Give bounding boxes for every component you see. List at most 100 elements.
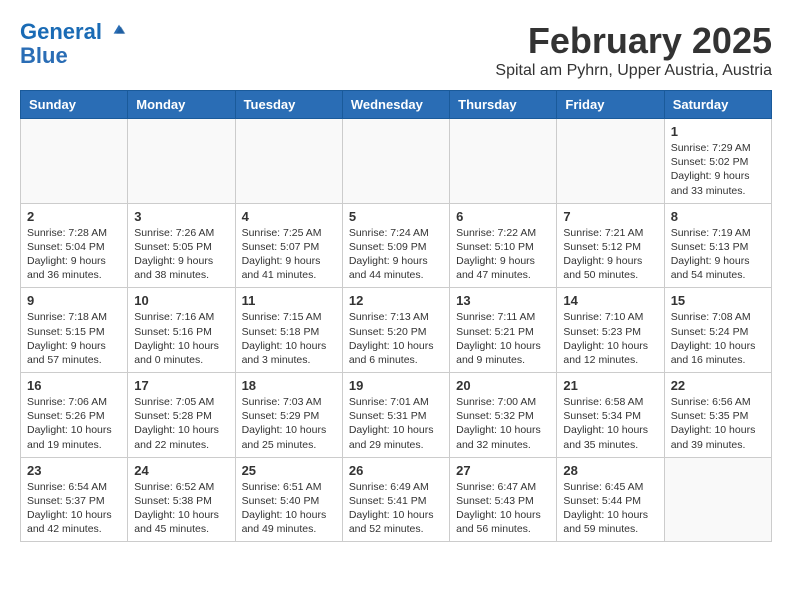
calendar-cell (557, 119, 664, 204)
day-number: 25 (242, 463, 336, 478)
weekday-header-sunday: Sunday (21, 91, 128, 119)
day-number: 20 (456, 378, 550, 393)
day-number: 4 (242, 209, 336, 224)
weekday-header-wednesday: Wednesday (342, 91, 449, 119)
day-info: Sunrise: 7:03 AM Sunset: 5:29 PM Dayligh… (242, 395, 336, 452)
calendar-cell: 1 Sunrise: 7:29 AM Sunset: 5:02 PM Daylig… (664, 119, 771, 204)
calendar-cell: 20 Sunrise: 7:00 AM Sunset: 5:32 PM Dayli… (450, 373, 557, 458)
week-row-5: 23Sunrise: 6:54 AM Sunset: 5:37 PM Dayli… (21, 457, 772, 542)
day-info: Sunrise: 7:18 AM Sunset: 5:15 PM Dayligh… (27, 310, 121, 367)
calendar-table: SundayMondayTuesdayWednesdayThursdayFrid… (20, 90, 772, 542)
day-number: 26 (349, 463, 443, 478)
day-info: Sunrise: 7:29 AM Sunset: 5:02 PM Dayligh… (671, 141, 765, 198)
day-number: 1 (671, 124, 765, 139)
day-number: 9 (27, 293, 121, 308)
day-info: Sunrise: 6:47 AM Sunset: 5:43 PM Dayligh… (456, 480, 550, 537)
weekday-header-saturday: Saturday (664, 91, 771, 119)
day-info: Sunrise: 6:51 AM Sunset: 5:40 PM Dayligh… (242, 480, 336, 537)
calendar-cell (235, 119, 342, 204)
day-info: Sunrise: 7:16 AM Sunset: 5:16 PM Dayligh… (134, 310, 228, 367)
calendar-cell: 7Sunrise: 7:21 AM Sunset: 5:12 PM Daylig… (557, 203, 664, 288)
day-info: Sunrise: 6:45 AM Sunset: 5:44 PM Dayligh… (563, 480, 657, 537)
day-info: Sunrise: 6:56 AM Sunset: 5:35 PM Dayligh… (671, 395, 765, 452)
day-info: Sunrise: 6:52 AM Sunset: 5:38 PM Dayligh… (134, 480, 228, 537)
day-number: 14 (563, 293, 657, 308)
day-number: 13 (456, 293, 550, 308)
day-number: 3 (134, 209, 228, 224)
day-number: 7 (563, 209, 657, 224)
calendar-cell: 26 Sunrise: 6:49 AM Sunset: 5:41 PM Dayli… (342, 457, 449, 542)
weekday-header-monday: Monday (128, 91, 235, 119)
calendar-cell: 21 Sunrise: 6:58 AM Sunset: 5:34 PM Dayli… (557, 373, 664, 458)
calendar-cell: 4 Sunrise: 7:25 AM Sunset: 5:07 PM Daylig… (235, 203, 342, 288)
calendar-cell: 12Sunrise: 7:13 AM Sunset: 5:20 PM Dayli… (342, 288, 449, 373)
day-number: 5 (349, 209, 443, 224)
day-number: 6 (456, 209, 550, 224)
day-number: 24 (134, 463, 228, 478)
calendar-cell (450, 119, 557, 204)
day-info: Sunrise: 6:58 AM Sunset: 5:34 PM Dayligh… (563, 395, 657, 452)
calendar-cell: 16 Sunrise: 7:06 AM Sunset: 5:26 PM Dayli… (21, 373, 128, 458)
day-info: Sunrise: 7:15 AM Sunset: 5:18 PM Dayligh… (242, 310, 336, 367)
calendar-cell (128, 119, 235, 204)
day-info: Sunrise: 7:24 AM Sunset: 5:09 PM Dayligh… (349, 226, 443, 283)
day-number: 28 (563, 463, 657, 478)
calendar-cell: 22 Sunrise: 6:56 AM Sunset: 5:35 PM Dayli… (664, 373, 771, 458)
calendar-cell: 2Sunrise: 7:28 AM Sunset: 5:04 PM Daylig… (21, 203, 128, 288)
calendar-cell (342, 119, 449, 204)
calendar-cell: 27 Sunrise: 6:47 AM Sunset: 5:43 PM Dayli… (450, 457, 557, 542)
day-number: 19 (349, 378, 443, 393)
day-number: 12 (349, 293, 443, 308)
calendar-cell: 19 Sunrise: 7:01 AM Sunset: 5:31 PM Dayli… (342, 373, 449, 458)
calendar-cell: 3 Sunrise: 7:26 AM Sunset: 5:05 PM Daylig… (128, 203, 235, 288)
calendar-cell: 18 Sunrise: 7:03 AM Sunset: 5:29 PM Dayli… (235, 373, 342, 458)
calendar-cell: 25 Sunrise: 6:51 AM Sunset: 5:40 PM Dayli… (235, 457, 342, 542)
day-info: Sunrise: 7:05 AM Sunset: 5:28 PM Dayligh… (134, 395, 228, 452)
calendar-cell (21, 119, 128, 204)
day-number: 15 (671, 293, 765, 308)
logo-icon (110, 21, 128, 39)
calendar-cell: 10 Sunrise: 7:16 AM Sunset: 5:16 PM Dayli… (128, 288, 235, 373)
logo-blue: Blue (20, 43, 68, 68)
calendar-cell: 14 Sunrise: 7:10 AM Sunset: 5:23 PM Dayli… (557, 288, 664, 373)
calendar-cell: 6 Sunrise: 7:22 AM Sunset: 5:10 PM Daylig… (450, 203, 557, 288)
day-info: Sunrise: 6:49 AM Sunset: 5:41 PM Dayligh… (349, 480, 443, 537)
title-block: February 2025 Spital am Pyhrn, Upper Aus… (495, 20, 772, 80)
logo-general: General (20, 19, 102, 44)
calendar-cell: 15Sunrise: 7:08 AM Sunset: 5:24 PM Dayli… (664, 288, 771, 373)
week-row-1: 1 Sunrise: 7:29 AM Sunset: 5:02 PM Daylig… (21, 119, 772, 204)
week-row-4: 16 Sunrise: 7:06 AM Sunset: 5:26 PM Dayli… (21, 373, 772, 458)
calendar-cell: 24 Sunrise: 6:52 AM Sunset: 5:38 PM Dayli… (128, 457, 235, 542)
day-number: 23 (27, 463, 121, 478)
day-number: 2 (27, 209, 121, 224)
day-info: Sunrise: 7:26 AM Sunset: 5:05 PM Dayligh… (134, 226, 228, 283)
day-number: 22 (671, 378, 765, 393)
page-header: General Blue February 2025 Spital am Pyh… (20, 20, 772, 80)
day-info: Sunrise: 7:11 AM Sunset: 5:21 PM Dayligh… (456, 310, 550, 367)
main-title: February 2025 (495, 20, 772, 62)
weekday-header-tuesday: Tuesday (235, 91, 342, 119)
logo: General Blue (20, 20, 128, 68)
week-row-2: 2Sunrise: 7:28 AM Sunset: 5:04 PM Daylig… (21, 203, 772, 288)
day-info: Sunrise: 7:25 AM Sunset: 5:07 PM Dayligh… (242, 226, 336, 283)
calendar-cell: 8Sunrise: 7:19 AM Sunset: 5:13 PM Daylig… (664, 203, 771, 288)
day-number: 11 (242, 293, 336, 308)
day-info: Sunrise: 7:10 AM Sunset: 5:23 PM Dayligh… (563, 310, 657, 367)
week-row-3: 9 Sunrise: 7:18 AM Sunset: 5:15 PM Daylig… (21, 288, 772, 373)
day-number: 18 (242, 378, 336, 393)
weekday-header-thursday: Thursday (450, 91, 557, 119)
calendar-cell: 9 Sunrise: 7:18 AM Sunset: 5:15 PM Daylig… (21, 288, 128, 373)
day-number: 27 (456, 463, 550, 478)
day-info: Sunrise: 7:00 AM Sunset: 5:32 PM Dayligh… (456, 395, 550, 452)
calendar-cell (664, 457, 771, 542)
day-number: 10 (134, 293, 228, 308)
day-info: Sunrise: 7:22 AM Sunset: 5:10 PM Dayligh… (456, 226, 550, 283)
calendar-cell: 11 Sunrise: 7:15 AM Sunset: 5:18 PM Dayli… (235, 288, 342, 373)
day-info: Sunrise: 7:01 AM Sunset: 5:31 PM Dayligh… (349, 395, 443, 452)
day-info: Sunrise: 7:06 AM Sunset: 5:26 PM Dayligh… (27, 395, 121, 452)
day-info: Sunrise: 7:19 AM Sunset: 5:13 PM Dayligh… (671, 226, 765, 283)
subtitle: Spital am Pyhrn, Upper Austria, Austria (495, 62, 772, 80)
day-number: 16 (27, 378, 121, 393)
day-number: 21 (563, 378, 657, 393)
calendar-cell: 5 Sunrise: 7:24 AM Sunset: 5:09 PM Daylig… (342, 203, 449, 288)
